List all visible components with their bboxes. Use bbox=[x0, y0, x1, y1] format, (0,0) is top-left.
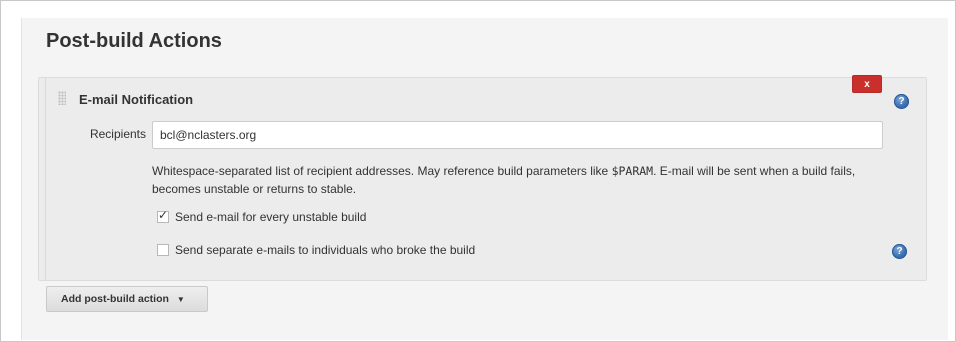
recipients-help-text: Whitespace-separated list of recipient a… bbox=[152, 162, 882, 198]
add-action-label: Add post-build action bbox=[61, 293, 169, 305]
help-text-param: $PARAM bbox=[611, 164, 654, 178]
section-title: Post-build Actions bbox=[46, 30, 222, 52]
separate-emails-checkbox[interactable] bbox=[157, 244, 169, 256]
recipients-input[interactable] bbox=[152, 121, 883, 149]
step-edge bbox=[45, 78, 46, 280]
unstable-build-option[interactable]: Send e-mail for every unstable build bbox=[157, 208, 367, 224]
question-mark-icon[interactable]: ? bbox=[894, 94, 909, 109]
unstable-build-checkbox[interactable] bbox=[157, 208, 169, 223]
delete-step-button[interactable]: x bbox=[852, 75, 882, 93]
recipients-label: Recipients bbox=[89, 127, 146, 141]
step-title: E-mail Notification bbox=[79, 92, 194, 107]
add-post-build-action-button[interactable]: Add post-build action ▼ bbox=[46, 286, 208, 312]
question-mark-icon[interactable]: ? bbox=[892, 244, 907, 259]
separate-emails-label: Send separate e-mails to individuals who… bbox=[175, 243, 476, 257]
unstable-build-label: Send e-mail for every unstable build bbox=[175, 210, 367, 224]
help-text-part: Whitespace-separated list of recipient a… bbox=[152, 164, 612, 178]
chevron-down-icon: ▼ bbox=[176, 295, 185, 304]
drag-handle-icon[interactable] bbox=[58, 91, 66, 105]
separate-emails-option[interactable]: Send separate e-mails to individuals who… bbox=[157, 243, 475, 257]
